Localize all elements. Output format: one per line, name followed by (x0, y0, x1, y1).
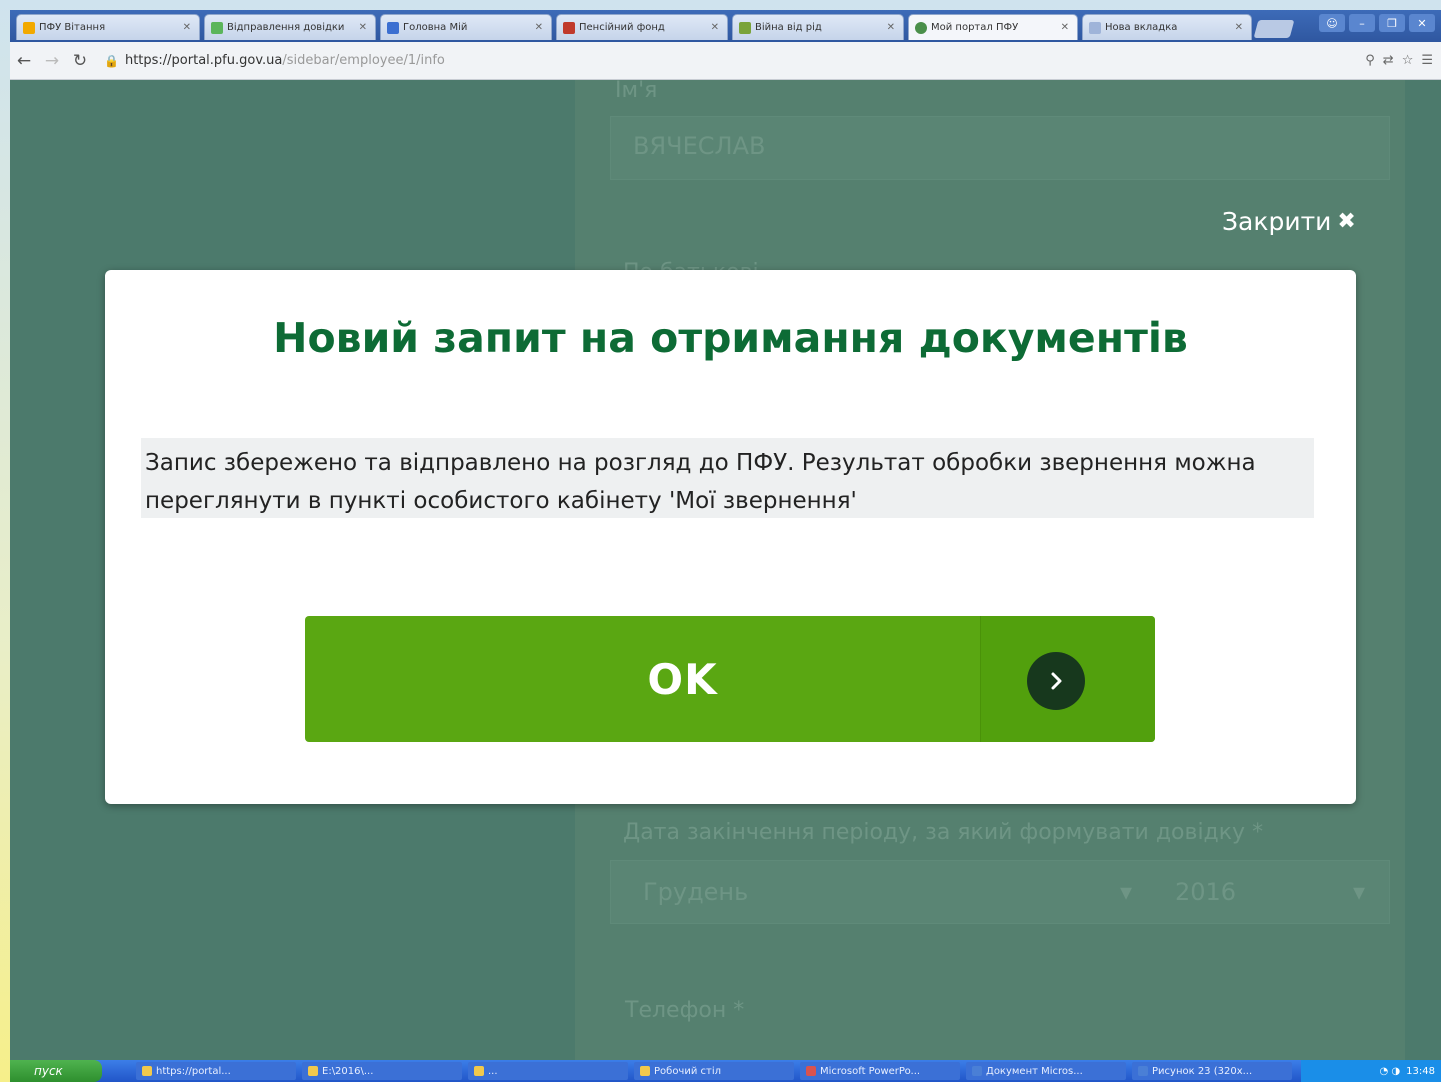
taskbar-item[interactable]: https://portal... (136, 1062, 296, 1080)
forward-arrow-icon[interactable]: → (38, 51, 66, 71)
task-icon (806, 1066, 816, 1076)
phone-label: Телефон * (625, 998, 745, 1023)
browser-toolbar: ← → ↻ 🔒 https://portal.pfu.gov.ua /sideb… (10, 42, 1441, 80)
taskbar-item[interactable]: Робочий стіл (634, 1062, 794, 1080)
tab-favicon-icon (1089, 21, 1101, 34)
browser-tab[interactable]: Вiдправлення довiдки ✕ (204, 14, 376, 40)
tab-title: Пенсiйний фонд (579, 22, 665, 33)
browser-tab[interactable]: ПФУ Вiтання ✕ (16, 14, 200, 40)
clock: 13:48 (1406, 1065, 1435, 1077)
taskbar-item[interactable]: E:\2016\... (302, 1062, 462, 1080)
tab-favicon-icon (563, 21, 575, 34)
modal-title: Новий запит на отримання документів (273, 314, 1188, 362)
browser-tab[interactable]: Пенсiйний фонд ✕ (556, 14, 728, 40)
start-button[interactable]: пуск (10, 1060, 102, 1082)
menu-icon[interactable]: ☰ (1421, 53, 1433, 68)
tab-close-icon[interactable]: ✕ (359, 22, 367, 33)
task-icon (142, 1066, 152, 1076)
close-label: Закрити (1222, 207, 1332, 236)
browser-tab-active[interactable]: Мой портал ПФУ ✕ (908, 14, 1078, 40)
taskbar-item[interactable]: ... (468, 1062, 628, 1080)
tab-title: Вiйна вiд рiд (755, 22, 822, 33)
year-chevron-icon: ▾ (1353, 878, 1366, 906)
browser-tab[interactable]: Головна Мiй ✕ (380, 14, 552, 40)
task-icon (972, 1066, 982, 1076)
name-label: Iм'я (615, 78, 658, 103)
tab-favicon-icon (387, 21, 399, 34)
tab-close-icon[interactable]: ✕ (711, 22, 719, 33)
back-arrow-icon[interactable]: ← (10, 51, 38, 71)
tab-favicon-icon (211, 21, 223, 34)
modal-close-link[interactable]: Закрити ✖ (1222, 207, 1356, 236)
task-icon (640, 1066, 650, 1076)
tab-title: Мой портал ПФУ (931, 22, 1019, 33)
close-window-icon[interactable]: ✕ (1409, 14, 1435, 32)
zoom-icon[interactable]: ⚲ (1365, 53, 1375, 68)
tab-close-icon[interactable]: ✕ (183, 22, 191, 33)
star-icon[interactable]: ☆ (1402, 53, 1414, 68)
chevron-right-icon (1027, 652, 1085, 710)
browser-window: ПФУ Вiтання ✕ Вiдправлення довiдки ✕ Гол… (10, 10, 1441, 1082)
year-value: 2016 (1175, 878, 1237, 906)
tab-title: ПФУ Вiтання (39, 22, 106, 33)
tray-icons[interactable]: ◔ ◑ (1380, 1066, 1401, 1077)
url-host: https://portal.pfu.gov.ua (124, 53, 283, 68)
ok-button-label: OK (647, 654, 718, 704)
system-tray: ◔ ◑ 13:48 (1301, 1060, 1441, 1082)
taskbar: пуск https://portal... E:\2016\... ... Р… (10, 1060, 1441, 1082)
tab-favicon-icon (739, 21, 751, 34)
taskbar-item[interactable]: Рисунок 23 (320x... (1132, 1062, 1292, 1080)
task-icon (1138, 1066, 1148, 1076)
translate-icon[interactable]: ⇄ (1383, 53, 1394, 68)
period-end-label: Дата закiнчення перiоду, за який формува… (623, 820, 1264, 845)
address-bar[interactable]: 🔒 https://portal.pfu.gov.ua /sidebar/emp… (104, 47, 1355, 75)
month-chevron-icon: ▾ (1120, 878, 1133, 906)
name-value: ВЯЧЕСЛАВ (633, 132, 766, 160)
tab-close-icon[interactable]: ✕ (1235, 22, 1243, 33)
taskbar-item[interactable]: Microsoft PowerPo... (800, 1062, 960, 1080)
task-icon (308, 1066, 318, 1076)
browser-tab[interactable]: Вiйна вiд рiд ✕ (732, 14, 904, 40)
window-controls: ☺ – ❐ ✕ (1319, 14, 1435, 32)
tab-favicon-icon (915, 21, 927, 34)
tab-title: Головна Мiй (403, 22, 468, 33)
url-path: /sidebar/employee/1/info (282, 53, 445, 68)
browser-tab[interactable]: Нова вкладка ✕ (1082, 14, 1252, 40)
tab-close-icon[interactable]: ✕ (1061, 22, 1069, 33)
maximize-icon[interactable]: ❐ (1379, 14, 1405, 32)
tab-title: Нова вкладка (1105, 22, 1178, 33)
tab-title: Вiдправлення довiдки (227, 22, 345, 33)
tab-favicon-icon (23, 21, 35, 34)
minimize-icon[interactable]: – (1349, 14, 1375, 32)
new-tab-button[interactable] (1253, 20, 1295, 38)
tab-strip: ПФУ Вiтання ✕ Вiдправлення довiдки ✕ Гол… (10, 10, 1441, 42)
close-x-icon: ✖ (1337, 209, 1356, 234)
lock-icon: 🔒 (104, 53, 119, 68)
tab-close-icon[interactable]: ✕ (887, 22, 895, 33)
month-value: Грудень (643, 878, 749, 906)
ok-button[interactable]: OK (305, 616, 1155, 742)
request-modal: Новий запит на отримання документів Запи… (105, 270, 1356, 804)
modal-message: Запис збережено та відправлено на розгля… (141, 438, 1314, 518)
task-icon (474, 1066, 484, 1076)
user-icon[interactable]: ☺ (1319, 14, 1345, 32)
reload-icon[interactable]: ↻ (66, 51, 94, 71)
start-label: пуск (34, 1064, 63, 1078)
taskbar-item[interactable]: Документ Micros... (966, 1062, 1126, 1080)
tab-close-icon[interactable]: ✕ (535, 22, 543, 33)
